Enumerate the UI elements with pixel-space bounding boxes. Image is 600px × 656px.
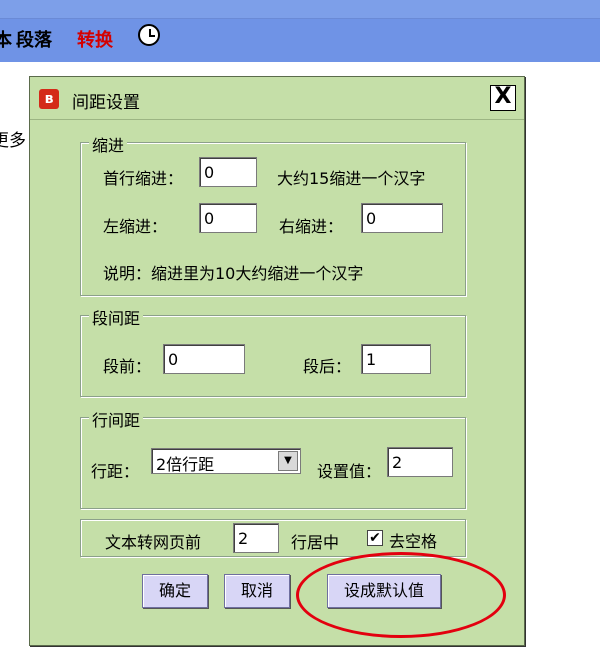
left-indent-input[interactable]: [199, 203, 257, 233]
space-after-label: 段后：: [303, 357, 352, 376]
line-spacing-select[interactable]: 2倍行距 ▼: [151, 448, 301, 474]
first-line-indent-hint: 大约15缩进一个汉字: [277, 169, 426, 188]
indent-legend: 缩进: [89, 132, 128, 156]
app-logo-icon: ʙ: [39, 89, 59, 109]
indent-group: 缩进 首行缩进： 大约15缩进一个汉字 左缩进： 右缩进： 说明：缩进里为10大…: [80, 132, 466, 296]
right-indent-input[interactable]: [361, 203, 443, 233]
line-value-input[interactable]: [387, 447, 453, 477]
indent-note: 说明：缩进里为10大约缩进一个汉字: [103, 264, 364, 283]
host-menu-strip: [0, 0, 600, 19]
right-indent-label: 右缩进：: [279, 217, 344, 236]
paragraph-spacing-group: 段间距 段前： 段后：: [80, 305, 466, 397]
paragraph-spacing-legend: 段间距: [89, 305, 144, 329]
cancel-button[interactable]: 取消: [224, 574, 290, 608]
remove-spaces-label: 去空格: [389, 532, 438, 551]
left-indent-label: 左缩进：: [103, 217, 168, 236]
line-spacing-label: 行距：: [91, 462, 140, 481]
first-line-indent-input[interactable]: [199, 157, 257, 187]
highlight-circle: [296, 552, 506, 638]
line-value-label: 设置值：: [317, 462, 382, 481]
space-before-input[interactable]: [163, 344, 245, 374]
web-center-suffix: 行居中: [291, 533, 340, 552]
line-spacing-group: 行间距 行距： 2倍行距 ▼ 设置值：: [80, 407, 466, 509]
space-before-label: 段前：: [103, 357, 152, 376]
ok-button[interactable]: 确定: [142, 574, 208, 608]
host-side-text: 更多: [0, 131, 26, 151]
web-center-prefix: 文本转网页前: [105, 533, 202, 552]
clock-icon[interactable]: [138, 24, 160, 46]
host-toolbar: 本 段落 转换: [0, 0, 600, 62]
line-spacing-legend: 行间距: [89, 407, 144, 431]
space-after-input[interactable]: [361, 344, 431, 374]
dialog-title: 间距设置: [72, 93, 140, 113]
first-line-indent-label: 首行缩进：: [103, 169, 184, 188]
toolbar-item-convert[interactable]: 转换: [77, 26, 113, 52]
toolbar-item-cut[interactable]: 本: [0, 26, 12, 52]
dropdown-arrow-icon[interactable]: ▼: [278, 451, 298, 471]
line-spacing-selected: 2倍行距: [156, 455, 215, 474]
toolbar-item-paragraph[interactable]: 段落: [16, 26, 52, 52]
remove-spaces-checkbox[interactable]: ✔: [367, 530, 383, 546]
dialog-titlebar[interactable]: ʙ 间距设置 X: [30, 77, 524, 120]
close-button[interactable]: X: [490, 85, 516, 111]
web-center-lines-input[interactable]: [233, 523, 279, 553]
